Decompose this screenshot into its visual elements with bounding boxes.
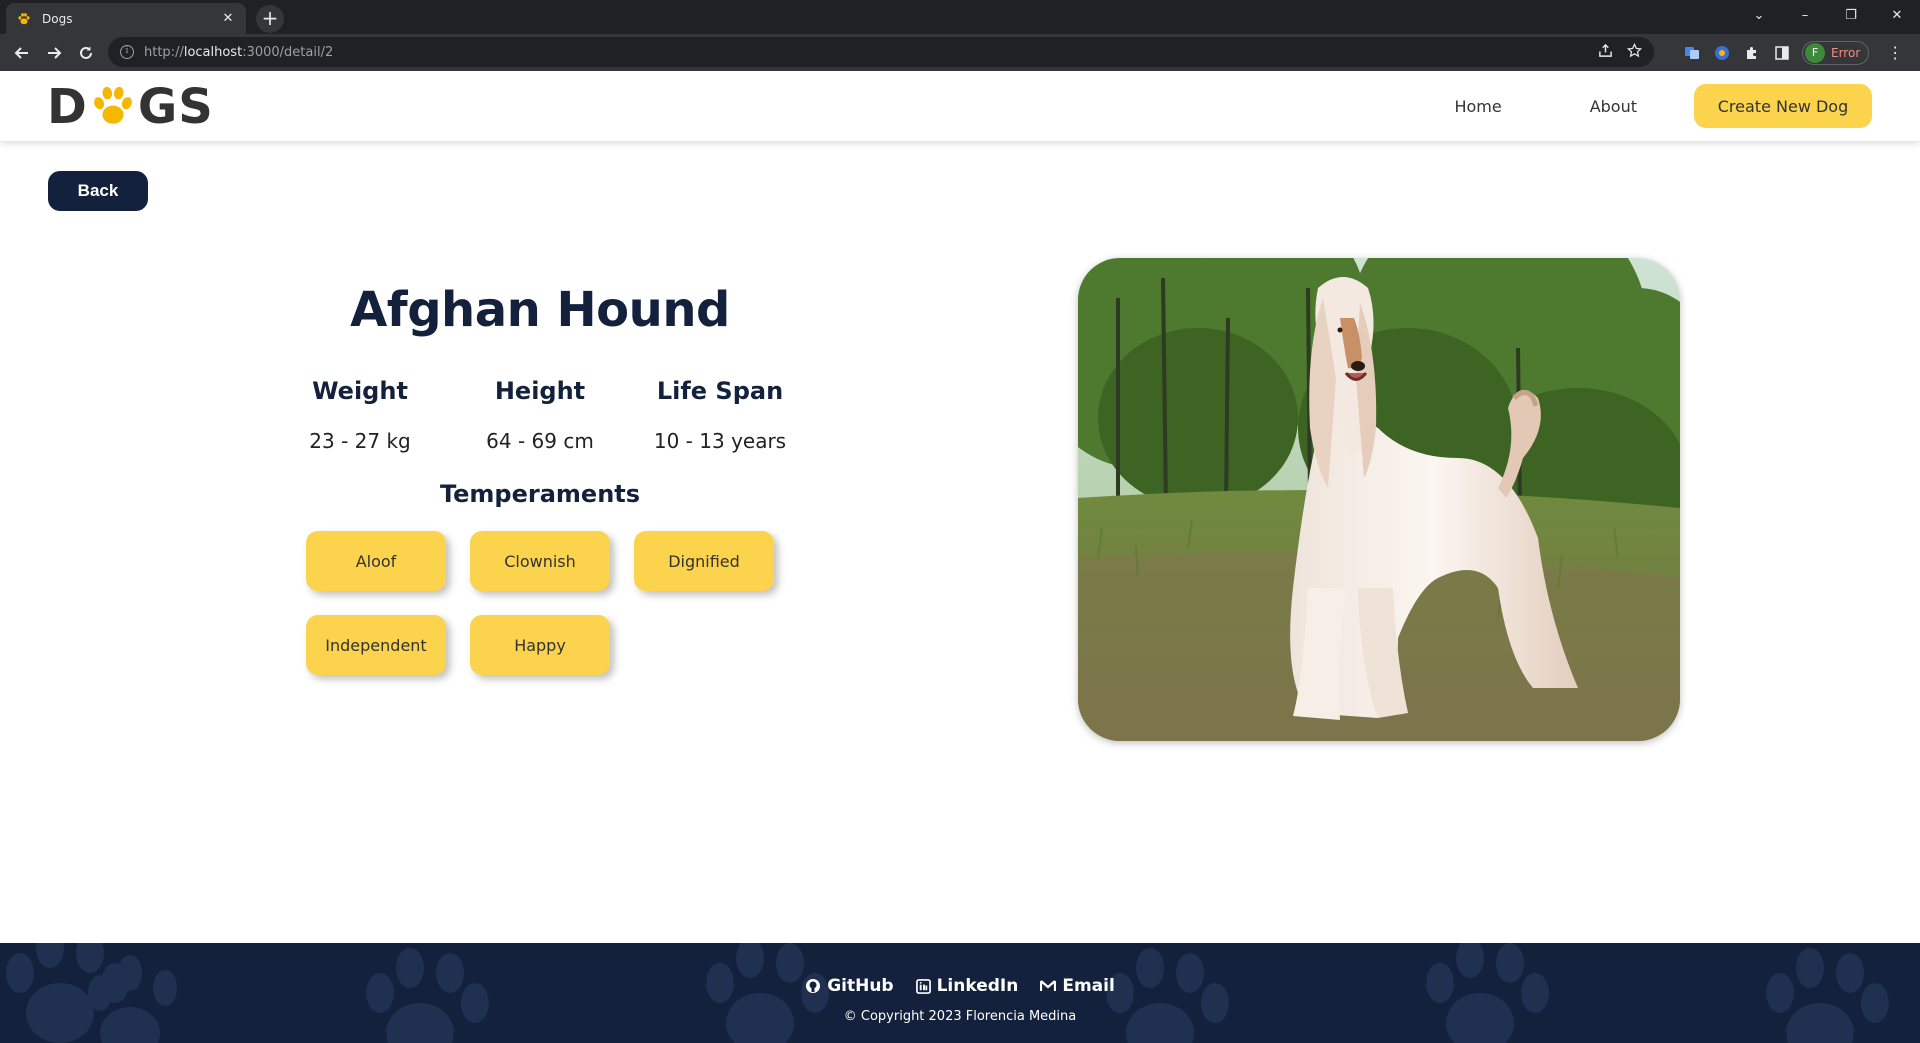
- footer-link-email[interactable]: Email: [1040, 976, 1115, 996]
- nav-home[interactable]: Home: [1454, 97, 1501, 116]
- profile-button[interactable]: F Error: [1802, 40, 1870, 65]
- temperament-chip: Dignified: [634, 531, 774, 591]
- site-info-icon[interactable]: i: [120, 45, 134, 59]
- address-bar[interactable]: i http://localhost:3000/detail/2: [108, 37, 1654, 67]
- browser-toolbar: i http://localhost:3000/detail/2 F Error: [0, 34, 1920, 71]
- paw-favicon-icon: [16, 11, 32, 27]
- stat-height: Height 64 - 69 cm: [460, 377, 620, 453]
- browser-tab[interactable]: Dogs ✕: [6, 3, 246, 34]
- mail-icon: [1040, 980, 1057, 991]
- temperament-chips: Aloof Clownish Dignified Independent Hap…: [306, 531, 796, 675]
- puzzle-extensions-icon[interactable]: [1742, 43, 1762, 63]
- copyright-text: © Copyright 2023 Florencia Medina: [843, 1009, 1077, 1024]
- tab-close-icon[interactable]: ✕: [220, 11, 236, 26]
- translate-extension-icon[interactable]: [1682, 43, 1702, 63]
- stat-value: 23 - 27 kg: [309, 429, 411, 453]
- temperament-chip: Clownish: [470, 531, 610, 591]
- nav-about[interactable]: About: [1590, 97, 1637, 116]
- dog-stats: Weight 23 - 27 kg Height 64 - 69 cm Life…: [280, 377, 800, 453]
- forward-arrow-icon[interactable]: [38, 38, 70, 68]
- dogs-logo[interactable]: D GS: [47, 79, 214, 135]
- paw-logo-icon: [93, 86, 132, 124]
- stat-label: Weight: [312, 377, 408, 405]
- stat-life-span: Life Span 10 - 13 years: [640, 377, 800, 453]
- new-tab-button[interactable]: +: [256, 5, 284, 33]
- restore-button[interactable]: ❐: [1828, 8, 1874, 23]
- stat-value: 64 - 69 cm: [486, 429, 594, 453]
- avatar: F: [1805, 42, 1825, 63]
- create-new-dog-button[interactable]: Create New Dog: [1694, 84, 1872, 128]
- minimize-button[interactable]: –: [1782, 8, 1828, 23]
- close-window-button[interactable]: ✕: [1874, 8, 1920, 23]
- profile-status: Error: [1831, 45, 1861, 60]
- stat-value: 10 - 13 years: [653, 429, 787, 453]
- window-controls: ⌄ – ❐ ✕: [1736, 0, 1920, 30]
- extension-area: F Error ⋮: [1682, 34, 1903, 71]
- linkedin-icon: [915, 978, 931, 994]
- browser-tab-bar: Dogs ✕ + ⌄ – ❐ ✕: [0, 0, 1920, 34]
- temperaments-title: Temperaments: [439, 480, 641, 508]
- url-text[interactable]: http://localhost:3000/detail/2: [144, 45, 1598, 60]
- main-nav: Home About Create New Dog: [1454, 84, 1872, 128]
- browser-menu-icon[interactable]: ⋮: [1887, 43, 1903, 62]
- side-panel-icon[interactable]: [1772, 43, 1792, 63]
- temperament-chip: Happy: [470, 615, 610, 675]
- back-button[interactable]: Back: [48, 171, 148, 211]
- stat-label: Life Span: [656, 377, 784, 405]
- footer-links: GitHub LinkedIn Email: [0, 976, 1920, 996]
- reload-icon[interactable]: [70, 38, 102, 68]
- site-header: D GS Home About Create New Dog: [0, 71, 1920, 141]
- page: D GS Home About Create New Dog Back Afgh…: [0, 71, 1920, 1043]
- footer-link-github[interactable]: GitHub: [805, 976, 894, 996]
- stat-weight: Weight 23 - 27 kg: [280, 377, 440, 453]
- site-footer: GitHub LinkedIn Email © Copyright 2023 F…: [0, 943, 1920, 1043]
- back-arrow-icon[interactable]: [6, 38, 38, 68]
- stat-label: Height: [494, 377, 586, 405]
- tab-title: Dogs: [42, 11, 73, 26]
- share-icon[interactable]: [1598, 43, 1613, 62]
- bookmark-star-icon[interactable]: [1626, 42, 1643, 62]
- tab-search-icon[interactable]: ⌄: [1736, 8, 1782, 23]
- temperament-chip: Aloof: [306, 531, 446, 591]
- github-icon: [806, 979, 821, 993]
- extension-circle-icon[interactable]: [1712, 43, 1732, 63]
- breed-title: Afghan Hound: [350, 282, 730, 338]
- footer-link-linkedin[interactable]: LinkedIn: [915, 976, 1018, 996]
- temperament-chip: Independent: [306, 615, 446, 675]
- dog-photo: [1078, 258, 1680, 741]
